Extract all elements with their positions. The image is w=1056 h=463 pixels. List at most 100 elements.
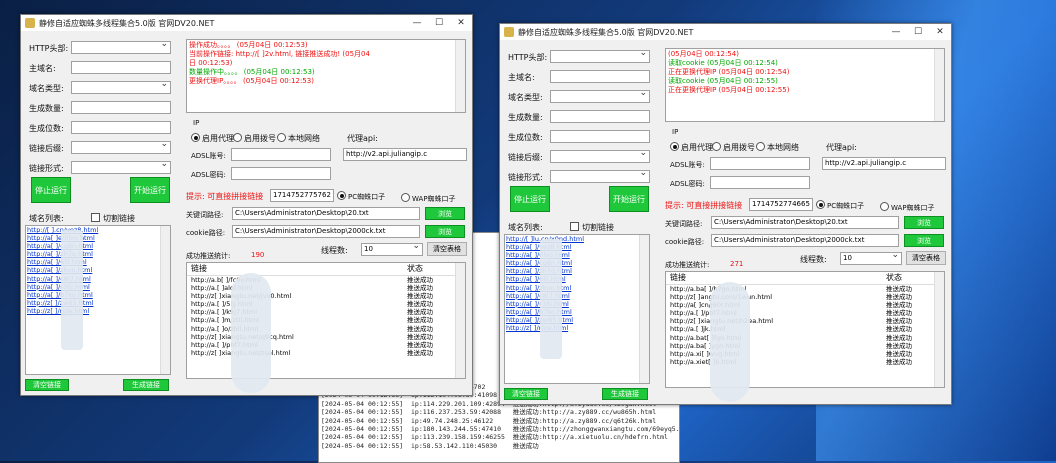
table-row[interactable]: http://a.xiet[ ]6.html 推送成功 (666, 358, 944, 366)
radio-local[interactable]: 本地网络 (756, 142, 799, 153)
clear-table-button[interactable]: 清空表格 (906, 251, 946, 265)
result-table[interactable]: 链接 状态 http://a.ba[ ]/h7go.html 推送成功 http… (665, 271, 945, 388)
browse-kw-button[interactable]: 浏览 (425, 207, 465, 220)
maximize-icon[interactable]: ☐ (428, 15, 450, 31)
kw-path-input[interactable]: C:\Users\Administrator\Desktop\20.txt (232, 207, 420, 220)
maximize-icon[interactable]: ☐ (907, 24, 929, 40)
radio-local[interactable]: 本地网络 (277, 133, 320, 144)
table-row[interactable]: http://a.xi[ ]wug.html 推送成功 (666, 350, 944, 358)
main_domain-input[interactable] (71, 61, 171, 74)
col-status[interactable]: 状态 (407, 263, 457, 275)
http_header-select[interactable] (550, 50, 650, 63)
table-row[interactable]: http://a.[ ]m/ztil.html 推送成功 (187, 316, 465, 324)
domain-list[interactable]: http://[ ].cn/vez8.htmlhttp://a[ ]e/0lvo… (25, 225, 171, 375)
list-item[interactable]: http://z[ ]/zw85.html (26, 299, 170, 307)
table-row[interactable]: http://a.[ ]o/zbll.html 推送成功 (187, 325, 465, 333)
browse-cookie-button[interactable]: 浏览 (425, 225, 465, 238)
list-item[interactable]: http://a[ ]/0lvo.html (505, 251, 649, 259)
main_domain-input[interactable] (550, 70, 650, 83)
list-item[interactable]: http://a[ ]/cq8n.html (26, 242, 170, 250)
radio-dial[interactable]: 启用拨号 (233, 133, 276, 144)
stop-run-button[interactable]: 停止运行 (31, 177, 71, 203)
table-scrollbar[interactable] (934, 272, 944, 387)
link_format-select[interactable] (71, 161, 171, 174)
list-item[interactable]: http://a[ ]/zw85.html (505, 316, 649, 324)
radio-dial[interactable]: 启用拨号 (712, 142, 755, 153)
stop-run-button[interactable]: 停止运行 (510, 186, 550, 212)
list-item[interactable]: http://a[ ]/6lil.html (26, 258, 170, 266)
auto-link-checkbox[interactable]: 切割链接 (91, 213, 135, 224)
list-scrollbar[interactable] (160, 226, 170, 374)
gen_digits-input[interactable] (550, 130, 650, 143)
close-icon[interactable]: ✕ (929, 24, 951, 40)
clear-table-button[interactable]: 清空表格 (427, 242, 467, 256)
link_type-select[interactable] (550, 90, 650, 103)
minimize-icon[interactable]: — (885, 24, 907, 40)
proxy-api-input[interactable]: http://v2.api.juliangip.c (343, 148, 467, 161)
gen-link-button[interactable]: 生成链接 (602, 388, 648, 400)
cookie-path-input[interactable]: C:\Users\Administrator\Desktop\2000ck.tx… (232, 225, 420, 238)
adsl-pwd-input[interactable] (231, 167, 331, 180)
clear-link-button[interactable]: 清空链接 (25, 379, 69, 391)
col-link[interactable]: 链接 (187, 263, 407, 275)
link_suffix-select[interactable] (550, 150, 650, 163)
list-item[interactable]: http://[ ]lu.cn/x0nd.html (505, 235, 649, 243)
radio-proxy[interactable]: 启用代理 (191, 133, 234, 144)
list-item[interactable]: http://z[ ]/rizw.html (505, 324, 649, 332)
list-item[interactable]: http://a[ ]/r36i.html (26, 283, 170, 291)
list-item[interactable]: http://a[ ]/zkun.html (26, 266, 170, 274)
http_header-select[interactable] (71, 41, 171, 54)
list-item[interactable]: http://a[ ]/zkun.html (505, 284, 649, 292)
list-item[interactable]: http://a[ ]/c8l7.html (505, 292, 649, 300)
domain-list[interactable]: http://[ ]lu.cn/x0nd.htmlhttp://a[ ]/vez… (504, 234, 650, 384)
log-scrollbar[interactable] (934, 49, 944, 121)
list-item[interactable]: http://a[ ]/r36i.html (505, 300, 649, 308)
log-scrollbar[interactable] (455, 40, 465, 112)
minimize-icon[interactable]: — (406, 15, 428, 31)
table-row[interactable]: http://a.ba[ ]/h7go.html 推送成功 (666, 285, 944, 293)
list-item[interactable]: http://a[ ]/cq8n.html (505, 259, 649, 267)
list-item[interactable]: http://z[ ]/rizw.html (26, 307, 170, 315)
gen_count-input[interactable] (550, 110, 650, 123)
list-item[interactable]: http://[ ].cn/vez8.html (26, 226, 170, 234)
browse-kw-button[interactable]: 浏览 (904, 216, 944, 229)
link_format-select[interactable] (550, 170, 650, 183)
gen-link-button[interactable]: 生成链接 (123, 379, 169, 391)
link_type-select[interactable] (71, 81, 171, 94)
link_suffix-select[interactable] (71, 141, 171, 154)
col-link[interactable]: 链接 (666, 272, 886, 284)
close-icon[interactable]: ✕ (450, 15, 472, 31)
table-row[interactable]: http://z[ ]xiangtu.net/zsel.html 推送成功 (187, 349, 465, 357)
list-item[interactable]: http://a[ ]/vez8.html (505, 243, 649, 251)
adsl-account-input[interactable] (710, 157, 810, 170)
radio-wap-spider[interactable]: WAP蜘蛛口子 (880, 202, 935, 213)
radio-pc-spider[interactable]: PC蜘蛛口子 (337, 191, 385, 202)
gen_count-input[interactable] (71, 101, 171, 114)
list-item[interactable]: http://a[ ]/c8l7.html (26, 275, 170, 283)
radio-wap-spider[interactable]: WAP蜘蛛口子 (401, 193, 456, 204)
tip-input[interactable]: 1714752775762 (270, 189, 334, 202)
browse-cookie-button[interactable]: 浏览 (904, 234, 944, 247)
table-scrollbar[interactable] (455, 263, 465, 378)
table-row[interactable]: http://a.[ ]alof.html 推送成功 (187, 284, 465, 292)
list-item[interactable]: http://a[ ]/b7ko.html (505, 308, 649, 316)
list-scrollbar[interactable] (639, 235, 649, 383)
auto-link-checkbox[interactable]: 切割链接 (570, 222, 614, 233)
list-item[interactable]: http://a[ ]e/0lvo.html (26, 234, 170, 242)
threads-select[interactable]: 10 (840, 252, 902, 265)
adsl-pwd-input[interactable] (710, 176, 810, 189)
radio-proxy[interactable]: 启用代理 (670, 142, 713, 153)
table-row[interactable]: http://a.ba[ ]ygn.html 推送成功 (666, 342, 944, 350)
adsl-account-input[interactable] (231, 148, 331, 161)
list-item[interactable]: http://a[ ]/b7ko.html (26, 291, 170, 299)
tip-input[interactable]: 1714752774665 (749, 198, 813, 211)
col-status[interactable]: 状态 (886, 272, 936, 284)
table-row[interactable]: http://a.[ ]/pbf7.html 推送成功 (187, 341, 465, 349)
proxy-api-input[interactable]: http://v2.api.juliangip.c (822, 157, 946, 170)
start-run-button[interactable]: 开始运行 (609, 186, 649, 212)
table-row[interactable]: http://z[ ]angtu.com/1wun.html 推送成功 (666, 293, 944, 301)
kw-path-input[interactable]: C:\Users\Administrator\Desktop\20.txt (711, 216, 899, 229)
title-bar[interactable]: 静修自适应蜘蛛多线程集合5.0版 官网DV20.NET — ☐ ✕ (21, 15, 472, 31)
title-bar[interactable]: 静修自适应蜘蛛多线程集合5.0版 官网DV20.NET — ☐ ✕ (500, 24, 951, 40)
radio-pc-spider[interactable]: PC蜘蛛口子 (816, 200, 864, 211)
